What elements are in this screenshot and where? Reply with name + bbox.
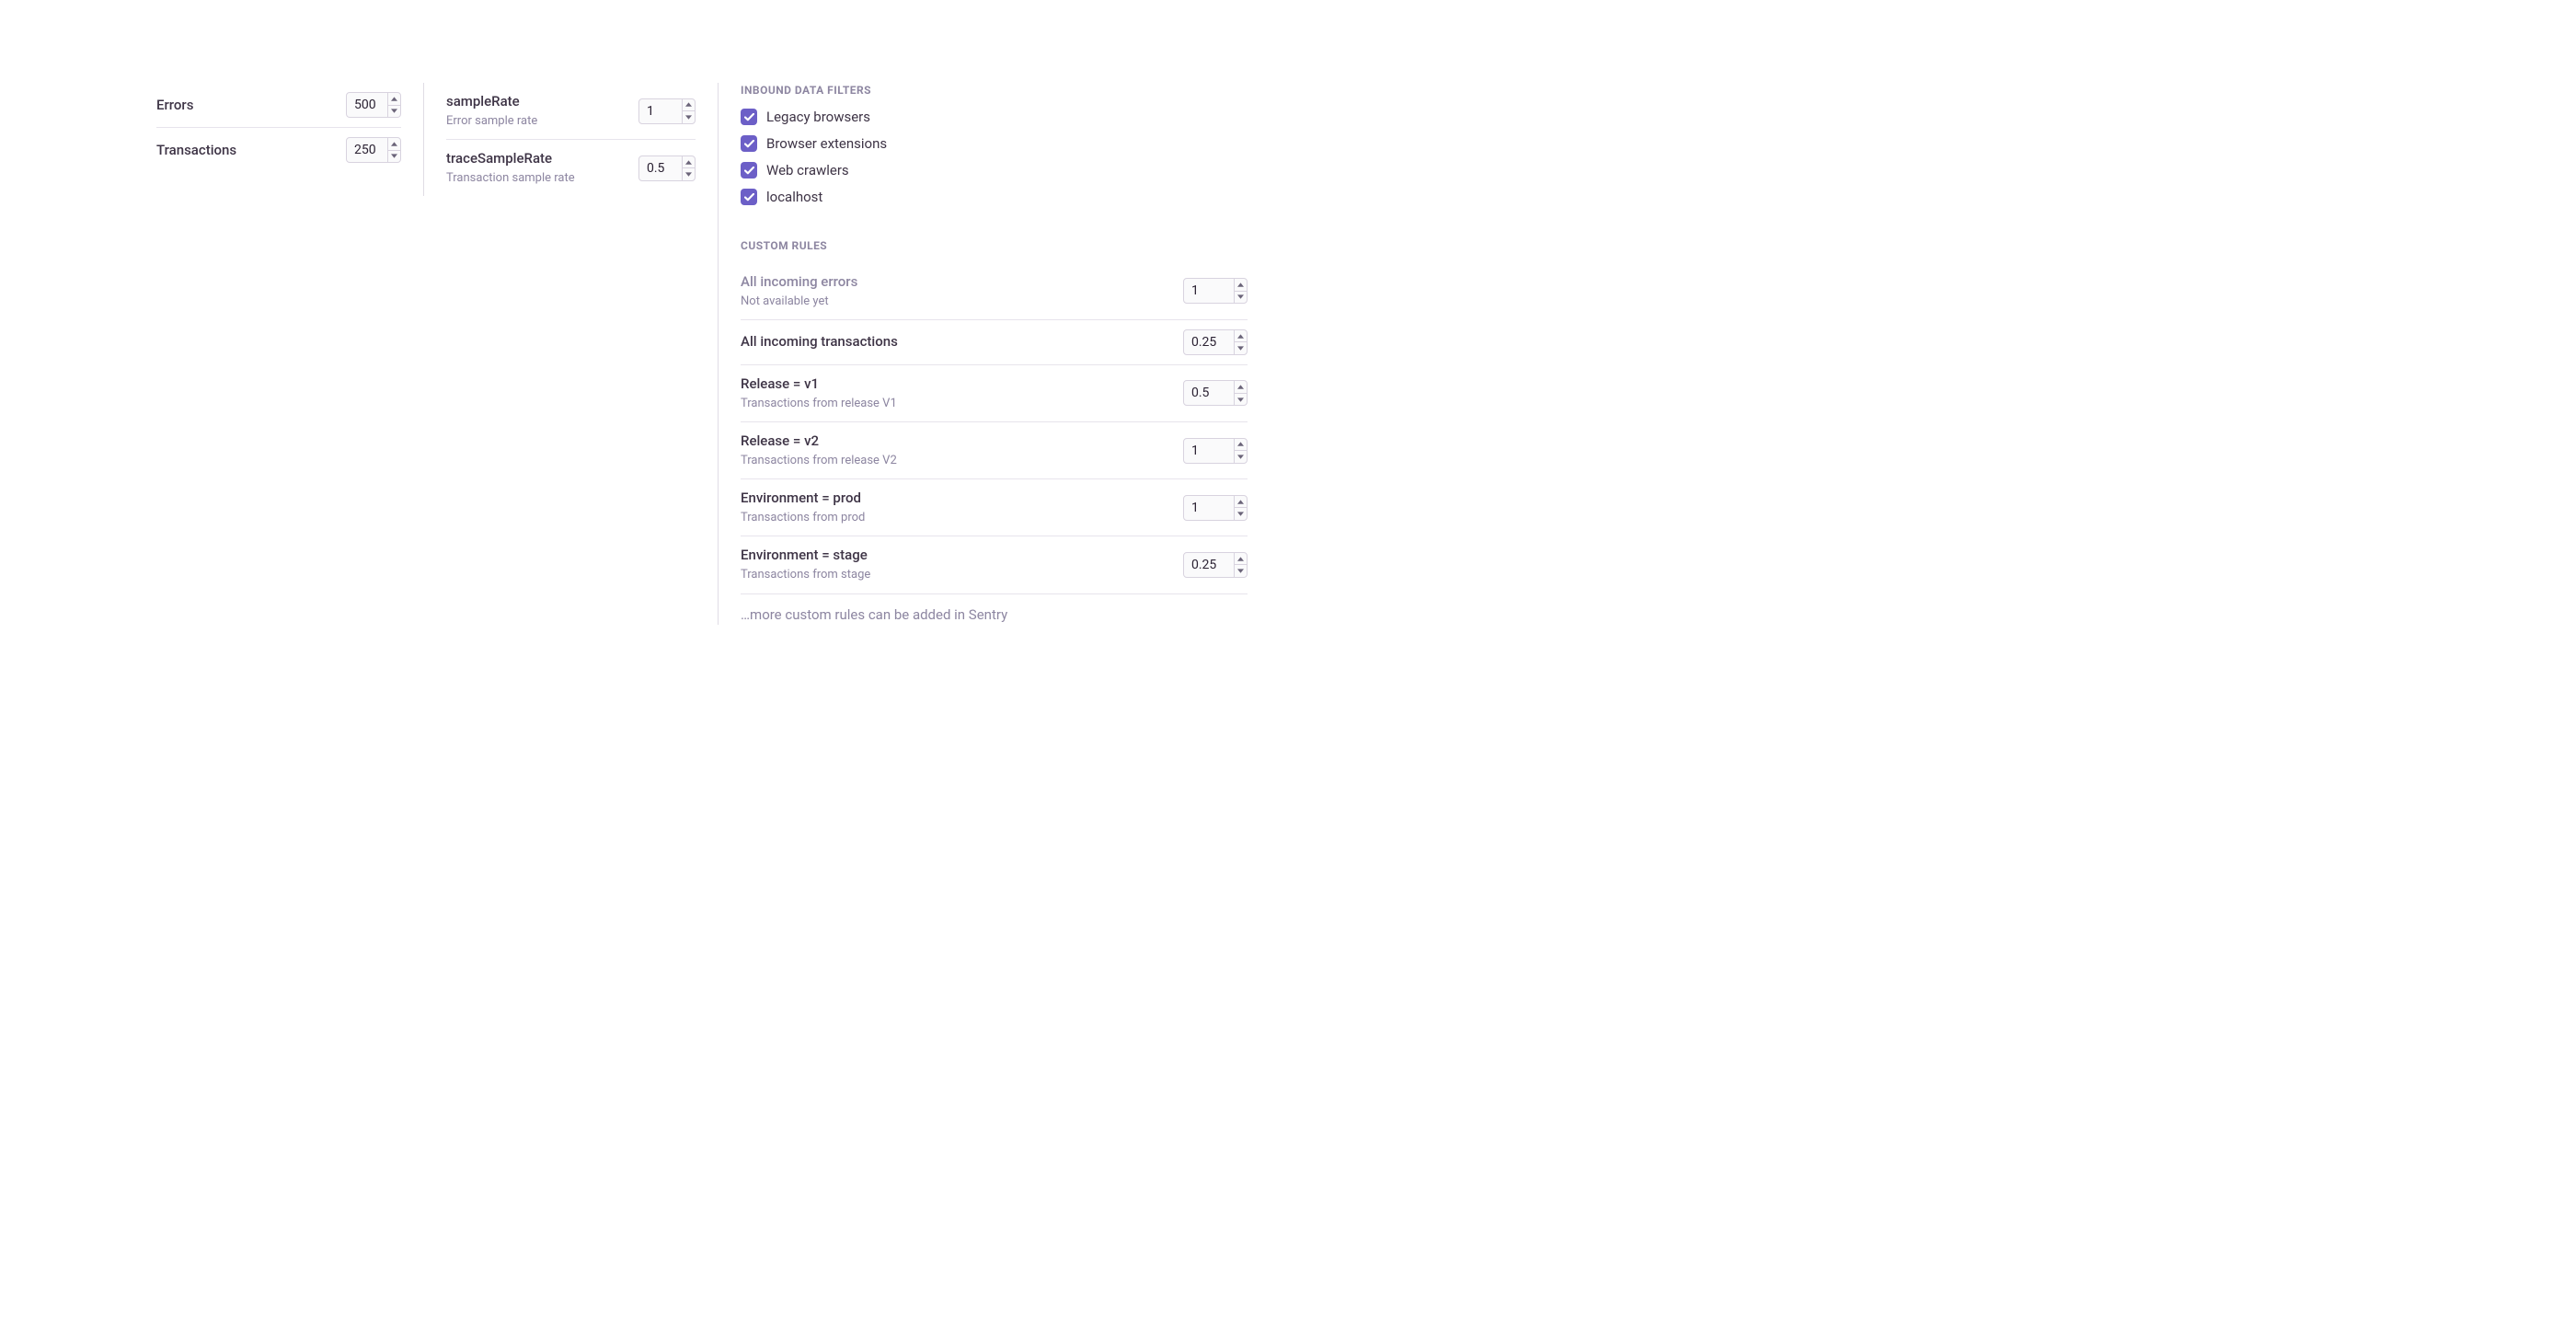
filter-legacy-browsers[interactable]: Legacy browsers xyxy=(741,108,1248,127)
transactions-step-down[interactable] xyxy=(388,151,400,163)
checkbox-icon[interactable] xyxy=(741,162,757,179)
rule-step-up[interactable] xyxy=(1235,381,1247,394)
rule-step-down[interactable] xyxy=(1235,292,1247,304)
trace-sample-rate-stepper[interactable] xyxy=(638,156,696,181)
rule-step-up[interactable] xyxy=(1235,439,1247,452)
rule-stepper[interactable] xyxy=(1183,380,1248,406)
rule-release-v1: Release = v1 Transactions from release V… xyxy=(741,365,1248,422)
rule-sub: Transactions from release V1 xyxy=(741,396,897,412)
rule-sub: Not available yet xyxy=(741,294,857,310)
trace-sample-rate-step-up[interactable] xyxy=(683,156,695,169)
custom-rules-header: CUSTOM RULES xyxy=(741,238,1248,254)
filter-label: localhost xyxy=(766,188,822,207)
rule-sub: Transactions from stage xyxy=(741,567,870,583)
rule-release-v2: Release = v2 Transactions from release V… xyxy=(741,422,1248,479)
rule-step-up[interactable] xyxy=(1235,496,1247,509)
rule-stepper[interactable] xyxy=(1183,495,1248,521)
rule-stepper[interactable] xyxy=(1183,552,1248,578)
rule-step-down[interactable] xyxy=(1235,451,1247,463)
rule-stepper[interactable] xyxy=(1183,329,1248,355)
rule-step-up[interactable] xyxy=(1235,279,1247,292)
trace-sample-rate-sub: Transaction sample rate xyxy=(446,170,575,187)
errors-step-up[interactable] xyxy=(388,93,400,106)
rule-sub: Transactions from release V2 xyxy=(741,453,897,469)
sample-rate-step-down[interactable] xyxy=(683,111,695,123)
sample-rate-stepper[interactable] xyxy=(638,98,696,124)
more-rules-text: …more custom rules can be added in Sentr… xyxy=(741,594,1248,625)
rule-stepper[interactable] xyxy=(1183,278,1248,304)
transactions-row: Transactions xyxy=(156,128,401,172)
rule-step-down[interactable] xyxy=(1235,508,1247,520)
filter-web-crawlers[interactable]: Web crawlers xyxy=(741,161,1248,180)
transactions-label: Transactions xyxy=(156,141,236,160)
rule-step-down[interactable] xyxy=(1235,565,1247,577)
rule-step-down[interactable] xyxy=(1235,394,1247,406)
filter-label: Browser extensions xyxy=(766,134,887,154)
checkbox-icon[interactable] xyxy=(741,189,757,205)
filter-localhost[interactable]: localhost xyxy=(741,188,1248,207)
transactions-step-up[interactable] xyxy=(388,138,400,151)
inbound-filters-list: Legacy browsers Browser extensions Web c… xyxy=(741,108,1248,207)
errors-stepper[interactable] xyxy=(346,92,401,118)
rule-label: Environment = prod xyxy=(741,489,865,508)
trace-sample-rate-label: traceSampleRate xyxy=(446,149,575,168)
sample-rate-sub: Error sample rate xyxy=(446,113,537,130)
rule-label: Environment = stage xyxy=(741,546,870,565)
quota-column: Errors Transactions xyxy=(156,83,423,172)
checkbox-icon[interactable] xyxy=(741,135,757,152)
checkbox-icon[interactable] xyxy=(741,109,757,125)
rule-all-transactions: All incoming transactions xyxy=(741,320,1248,365)
rule-step-up[interactable] xyxy=(1235,330,1247,343)
filter-label: Web crawlers xyxy=(766,161,849,180)
transactions-stepper[interactable] xyxy=(346,137,401,163)
filters-rules-column: INBOUND DATA FILTERS Legacy browsers Bro… xyxy=(718,83,1248,625)
rule-stepper[interactable] xyxy=(1183,438,1248,464)
sample-rate-column: sampleRate Error sample rate traceSample… xyxy=(423,83,718,196)
filter-browser-extensions[interactable]: Browser extensions xyxy=(741,134,1248,154)
rule-step-up[interactable] xyxy=(1235,553,1247,566)
sample-rate-step-up[interactable] xyxy=(683,99,695,112)
trace-sample-rate-step-down[interactable] xyxy=(683,168,695,180)
rule-step-down[interactable] xyxy=(1235,342,1247,354)
rule-all-errors: All incoming errors Not available yet xyxy=(741,263,1248,320)
rule-label: Release = v1 xyxy=(741,374,897,394)
rule-label: All incoming errors xyxy=(741,272,857,292)
rule-label: All incoming transactions xyxy=(741,332,898,351)
sample-rate-row: sampleRate Error sample rate xyxy=(446,83,696,140)
errors-label: Errors xyxy=(156,96,193,115)
errors-step-down[interactable] xyxy=(388,106,400,118)
filter-label: Legacy browsers xyxy=(766,108,870,127)
inbound-filters-header: INBOUND DATA FILTERS xyxy=(741,83,1248,98)
rule-env-prod: Environment = prod Transactions from pro… xyxy=(741,479,1248,536)
rule-label: Release = v2 xyxy=(741,432,897,451)
rule-env-stage: Environment = stage Transactions from st… xyxy=(741,536,1248,593)
trace-sample-rate-row: traceSampleRate Transaction sample rate xyxy=(446,140,696,196)
sample-rate-label: sampleRate xyxy=(446,92,537,111)
errors-row: Errors xyxy=(156,83,401,128)
rule-sub: Transactions from prod xyxy=(741,510,865,526)
